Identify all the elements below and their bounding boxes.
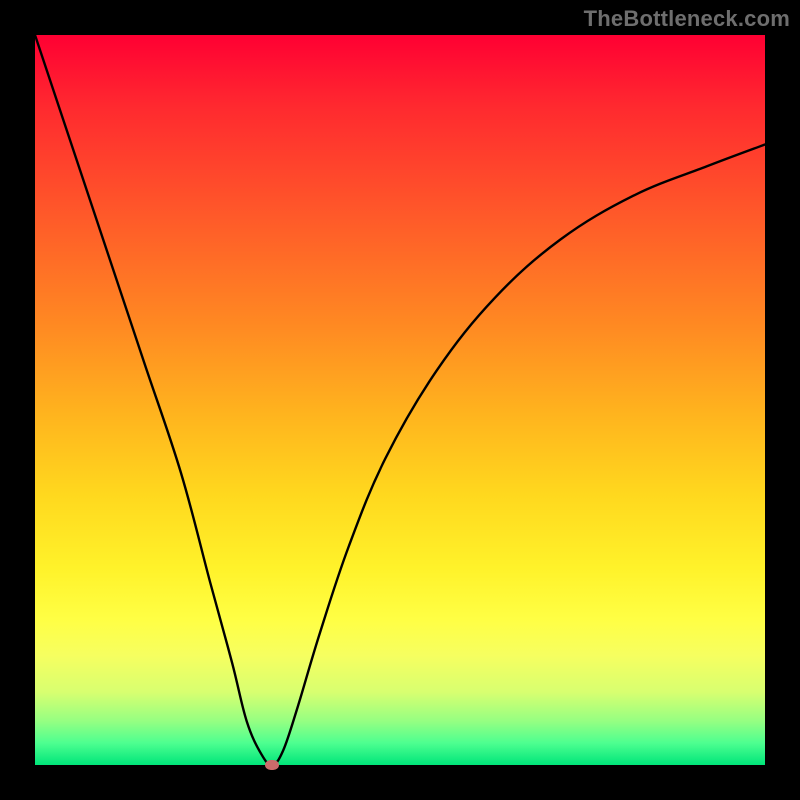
- chart-frame: TheBottleneck.com: [0, 0, 800, 800]
- plot-area: [35, 35, 765, 765]
- bottleneck-curve: [35, 35, 765, 765]
- watermark-text: TheBottleneck.com: [584, 6, 790, 32]
- curve-svg: [35, 35, 765, 765]
- minimum-marker: [265, 760, 279, 770]
